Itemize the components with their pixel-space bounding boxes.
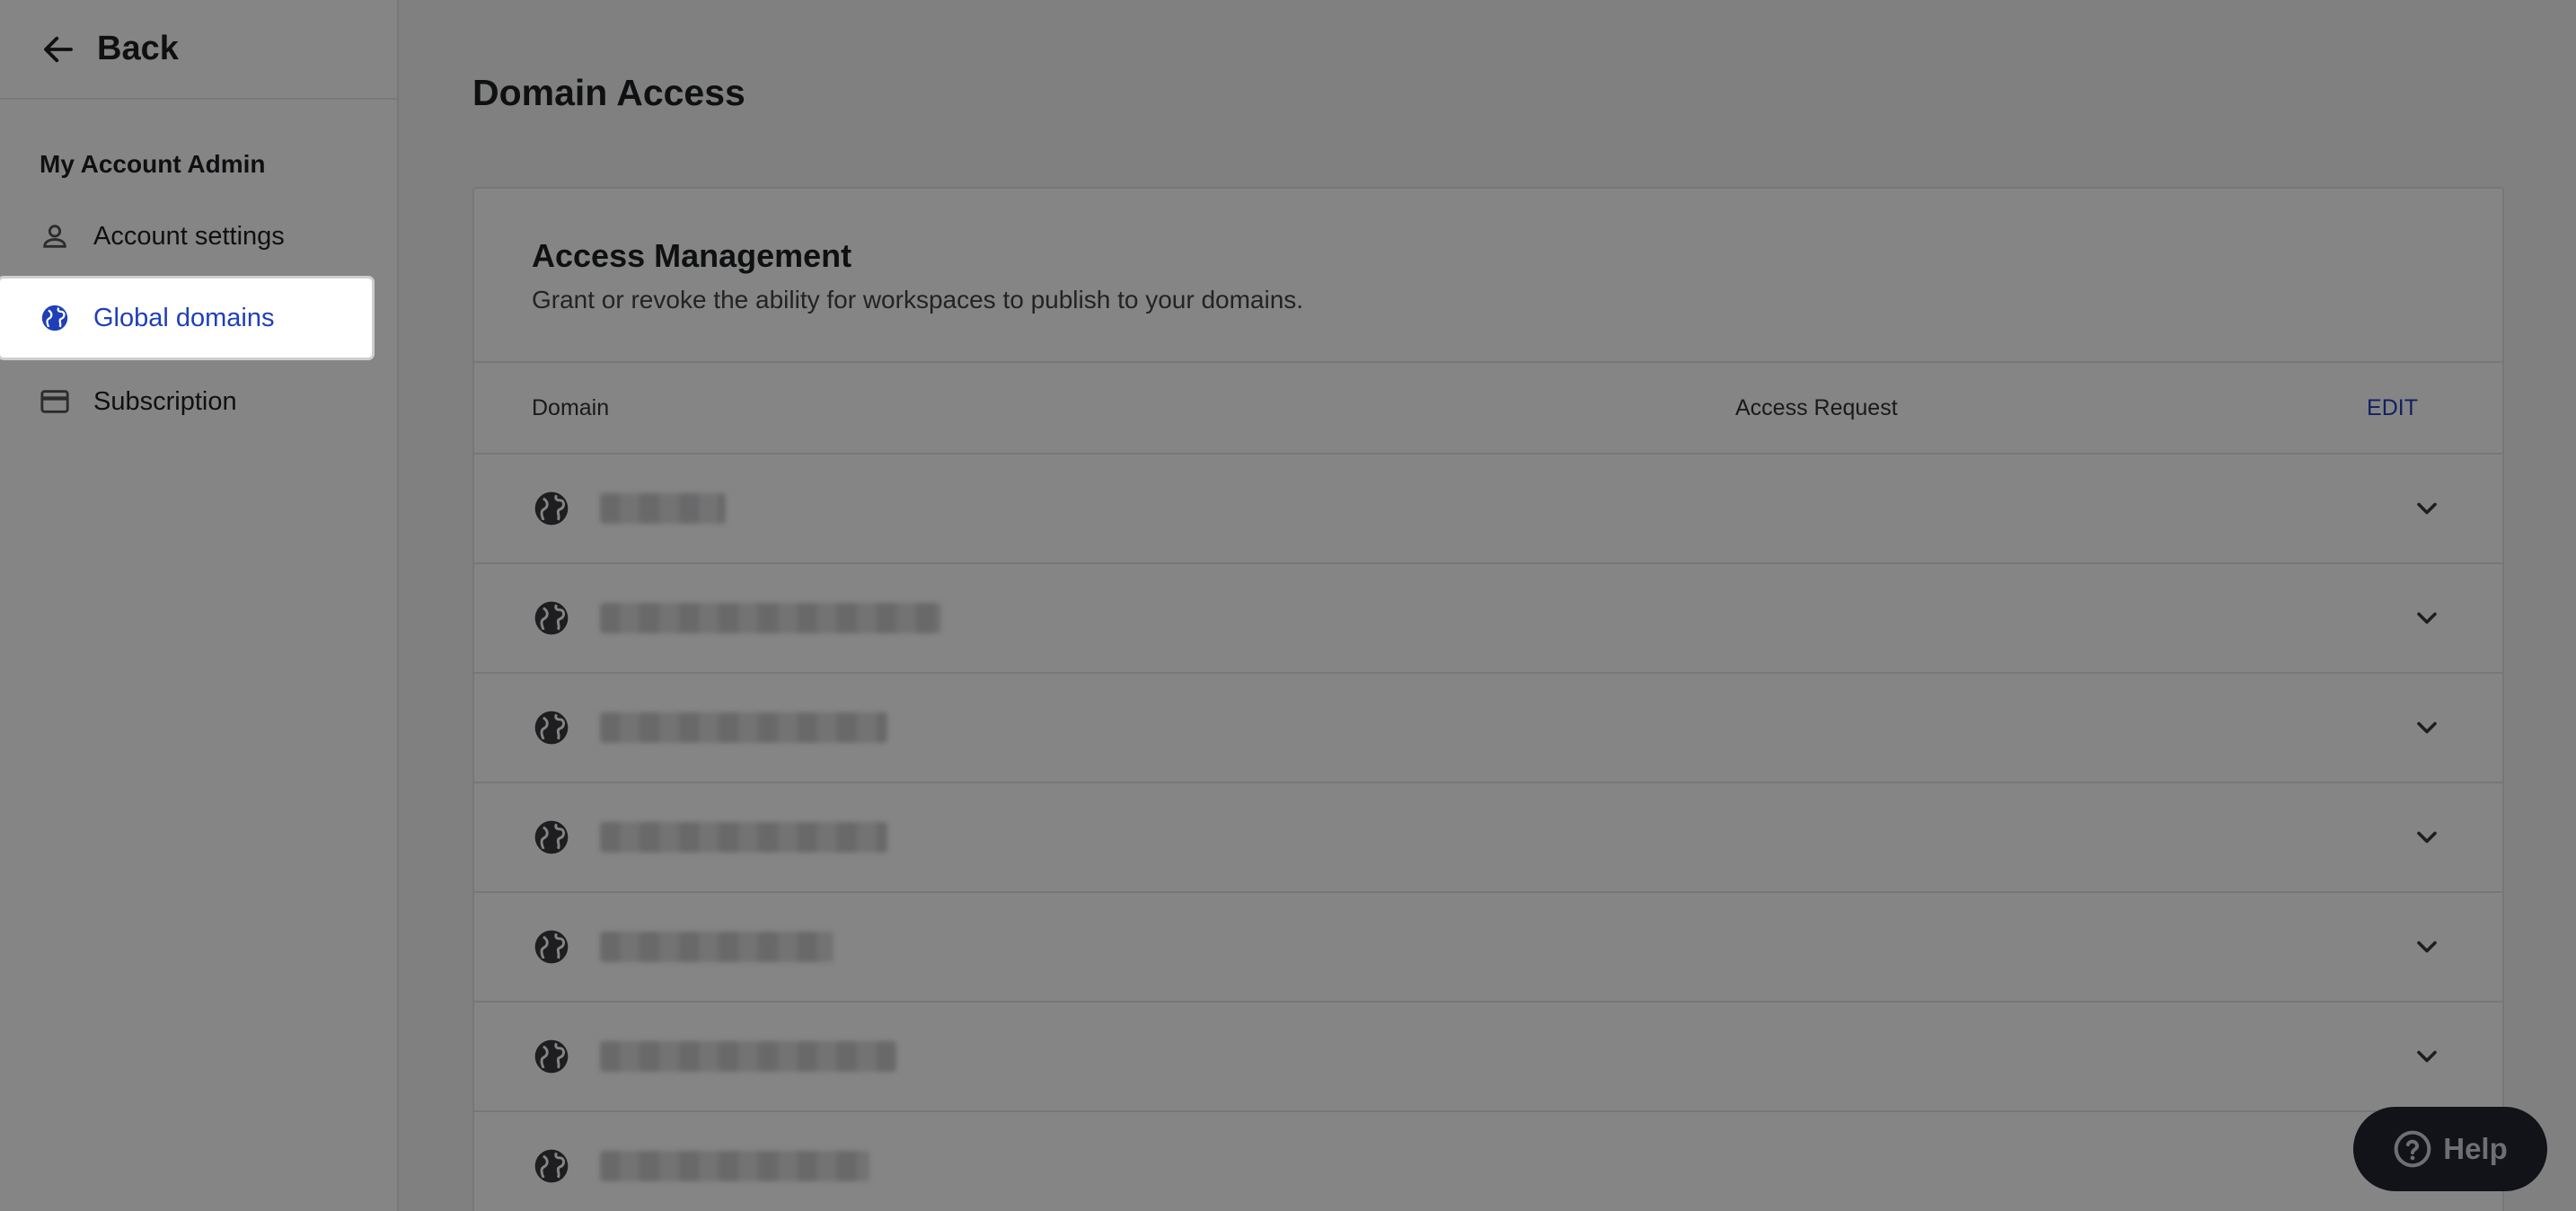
chevron-down-icon[interactable]	[2411, 712, 2443, 744]
table-header: Domain Access Request EDIT	[474, 363, 2502, 455]
domain-row[interactable]	[474, 1112, 2502, 1211]
credit-card-icon	[40, 390, 69, 413]
domain-row[interactable]	[474, 1003, 2502, 1112]
redacted-domain-name	[600, 603, 941, 633]
access-management-card: Access Management Grant or revoke the ab…	[472, 187, 2504, 1211]
page-title: Domain Access	[472, 72, 745, 113]
column-access-request: Access Request	[1735, 394, 1898, 420]
domain-row[interactable]	[474, 564, 2502, 674]
person-icon	[43, 225, 66, 248]
chevron-down-icon[interactable]	[2411, 1040, 2443, 1073]
chevron-down-icon[interactable]	[2411, 931, 2443, 963]
domain-row[interactable]	[474, 674, 2502, 783]
chevron-down-icon[interactable]	[2411, 492, 2443, 525]
column-domain: Domain	[532, 394, 610, 420]
redacted-domain-name	[600, 932, 834, 962]
domain-list	[474, 455, 2502, 1211]
redacted-domain-name	[600, 1151, 869, 1181]
domain-row[interactable]	[474, 455, 2502, 564]
section-title: My Account Admin	[40, 150, 266, 178]
back-label: Back	[97, 30, 179, 67]
globe-icon	[534, 491, 569, 526]
globe-icon	[534, 1149, 569, 1183]
sidebar-item-label: Subscription	[93, 386, 237, 416]
help-button[interactable]: Help	[2353, 1107, 2547, 1191]
arrow-left-icon	[44, 36, 73, 62]
card-subtitle: Grant or revoke the ability for workspac…	[532, 286, 1304, 314]
sidebar-item-global-domains-highlight[interactable]: Global domains	[0, 278, 372, 358]
globe-icon	[534, 1039, 569, 1074]
globe-icon	[534, 711, 569, 745]
sidebar-item-label: Account settings	[93, 221, 285, 251]
edit-button[interactable]: EDIT	[2367, 395, 2418, 421]
redacted-domain-name	[600, 822, 887, 853]
sidebar-item-label: Global domains	[93, 303, 275, 332]
redacted-domain-name	[600, 712, 887, 743]
card-header: Access Management Grant or revoke the ab…	[474, 189, 2502, 363]
redacted-domain-name	[600, 1041, 896, 1072]
card-title: Access Management	[532, 237, 852, 274]
globe-icon	[534, 601, 569, 635]
question-circle-icon	[2394, 1130, 2431, 1168]
sidebar-item-account-settings[interactable]: Account settings	[0, 199, 397, 274]
sidebar: Back My Account Admin Account settings G…	[0, 0, 399, 1211]
back-button[interactable]: Back	[0, 0, 397, 100]
chevron-down-icon[interactable]	[2411, 821, 2443, 853]
main-content: Domain Access Access Management Grant or…	[401, 0, 2576, 1211]
globe-icon	[534, 930, 569, 964]
help-label: Help	[2443, 1132, 2508, 1165]
domain-row[interactable]	[474, 893, 2502, 1003]
globe-icon	[534, 820, 569, 854]
domain-row[interactable]	[474, 783, 2502, 893]
sidebar-item-subscription[interactable]: Subscription	[0, 364, 397, 439]
chevron-down-icon[interactable]	[2411, 602, 2443, 634]
redacted-domain-name	[600, 493, 726, 524]
globe-icon	[41, 305, 68, 331]
